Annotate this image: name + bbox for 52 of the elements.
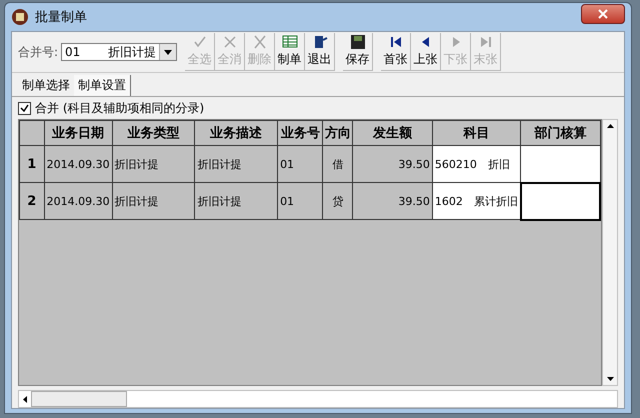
table-cell[interactable] [520, 182, 600, 220]
column-header: 业务日期 [44, 120, 112, 146]
close-icon [598, 9, 608, 19]
table-cell: 折旧计提 [194, 182, 278, 220]
table-cell: 折旧计提 [112, 146, 195, 182]
window-title: 批量制单 [35, 9, 88, 26]
scroll-thumb[interactable] [31, 391, 127, 407]
check-icon [192, 34, 208, 50]
checkbox-label: 合并 (科目及辅助项相同的分录) [35, 100, 204, 117]
merge-label: 合并号: [18, 44, 58, 60]
table-cell[interactable]: 1602 累计折旧 [432, 182, 521, 220]
table-cell[interactable] [520, 146, 600, 182]
dropdown-icon [164, 50, 172, 54]
table-cell: 折旧计提 [112, 182, 195, 220]
table-icon [282, 34, 298, 50]
delete-icon [252, 34, 268, 50]
vertical-scrollbar[interactable] [602, 119, 618, 386]
toolbar-button[interactable]: 制单 [275, 33, 306, 71]
horizontal-scrollbar[interactable] [18, 390, 618, 408]
cross-icon [222, 34, 238, 50]
save-icon [350, 34, 366, 50]
table-cell: 01 [278, 146, 323, 182]
tab[interactable]: 制单设置 [74, 75, 131, 96]
column-header: 部门核算 [520, 120, 600, 146]
column-header: 业务类型 [112, 120, 195, 146]
merge-dropdown[interactable]: 01 折旧计提 [61, 43, 178, 61]
scroll-left-icon[interactable] [23, 396, 27, 402]
scroll-up-icon[interactable] [606, 124, 614, 128]
column-header: 科目 [432, 120, 521, 146]
row-number: 1 [20, 146, 44, 182]
table-cell: 2014.09.30 [44, 182, 112, 220]
table-cell: 折旧计提 [194, 146, 278, 182]
app-icon [11, 8, 29, 26]
row-number: 2 [20, 182, 44, 220]
checkbox[interactable] [18, 102, 31, 115]
toolbar-button[interactable]: 保存 [343, 33, 374, 71]
column-header: 业务描述 [194, 120, 278, 146]
toolbar-button[interactable]: 首张 [381, 33, 412, 71]
column-header: 发生额 [352, 120, 432, 146]
table-cell: 借 [322, 146, 353, 182]
toolbar-button[interactable]: 上张 [411, 33, 442, 71]
column-header: 业务号 [278, 120, 323, 146]
table-cell: 贷 [322, 182, 353, 220]
column-header: 方向 [322, 120, 353, 146]
toolbar-button[interactable]: 退出 [305, 33, 336, 71]
close-button[interactable] [581, 4, 625, 24]
table-cell: 01 [278, 182, 323, 220]
table-cell: 39.50 [352, 182, 432, 220]
table-cell[interactable]: 560210 折旧 [432, 146, 521, 182]
scroll-down-icon[interactable] [606, 377, 614, 381]
table-cell: 39.50 [352, 146, 432, 182]
table-cell: 2014.09.30 [44, 146, 112, 182]
